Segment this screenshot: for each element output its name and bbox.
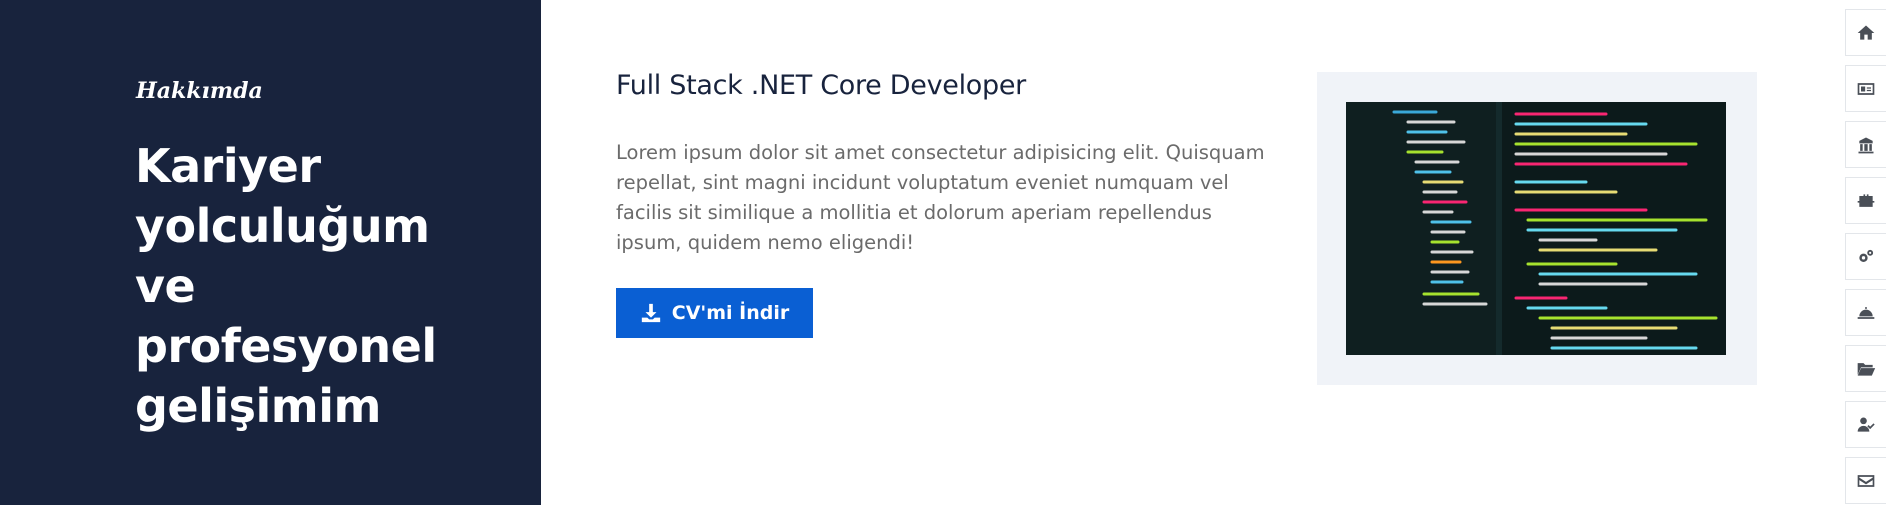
code-editor-image: [1346, 102, 1726, 355]
image-card: [1317, 72, 1757, 385]
side-navigation: [1845, 9, 1886, 513]
download-icon: [641, 303, 660, 323]
briefcase-icon: [1857, 193, 1875, 207]
nav-contact[interactable]: [1845, 457, 1886, 504]
nav-home[interactable]: [1845, 9, 1886, 56]
user-check-icon: [1857, 417, 1875, 432]
nav-portfolio[interactable]: [1845, 345, 1886, 392]
envelope-icon: [1857, 474, 1875, 487]
nav-services[interactable]: [1845, 289, 1886, 336]
gears-icon: [1859, 249, 1874, 262]
nav-experience[interactable]: [1845, 177, 1886, 224]
home-icon: [1857, 25, 1875, 40]
bell-concierge-icon: [1857, 306, 1875, 319]
nav-references[interactable]: [1845, 401, 1886, 448]
nav-skills[interactable]: [1845, 233, 1886, 280]
download-cv-button[interactable]: CV'mi İndir: [616, 288, 813, 338]
job-title: Full Stack .NET Core Developer: [616, 70, 1026, 101]
nav-education[interactable]: [1845, 121, 1886, 168]
section-headline: Kariyer yolculuğum ve profesyonel gelişi…: [135, 139, 437, 433]
id-card-icon: [1857, 82, 1875, 95]
folder-open-icon: [1857, 362, 1876, 376]
section-eyebrow: Hakkımda: [136, 78, 263, 104]
about-description: Lorem ipsum dolor sit amet consectetur a…: [616, 141, 1265, 254]
download-cv-label: CV'mi İndir: [671, 302, 790, 324]
nav-about[interactable]: [1845, 65, 1886, 112]
school-icon: [1858, 137, 1874, 153]
about-sidebar: Hakkımda Kariyer yolculuğum ve profesyon…: [0, 0, 541, 505]
